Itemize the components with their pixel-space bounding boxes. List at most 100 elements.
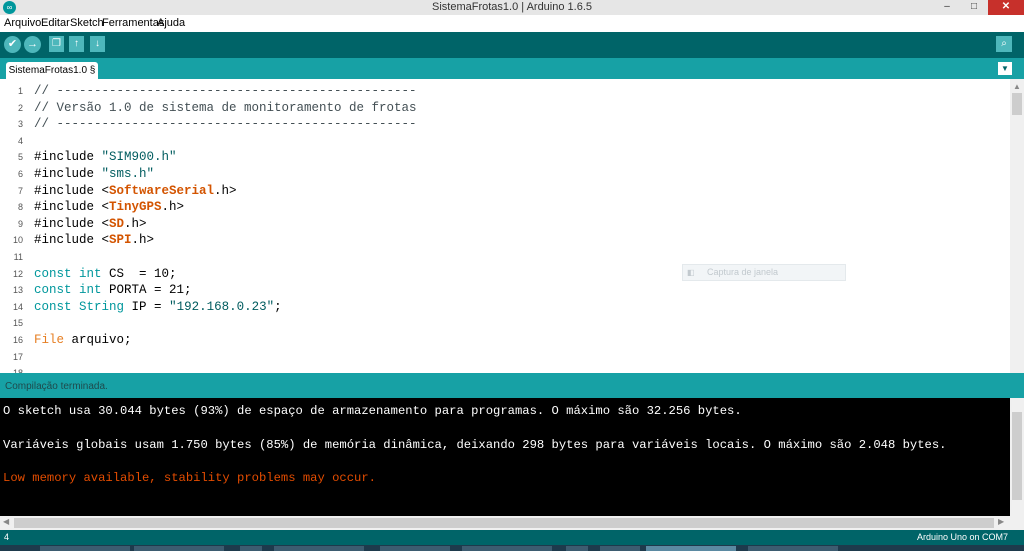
taskbar-item[interactable] xyxy=(274,546,364,551)
code-token: // Versão 1.0 de sistema de monitorament… xyxy=(34,100,417,115)
line-number: 7 xyxy=(17,185,23,196)
new-sketch-button[interactable]: ❐ xyxy=(49,36,64,52)
code-text: #include "sms.h" xyxy=(34,166,154,183)
line-number: 10 xyxy=(12,235,23,246)
code-token: "192.168.0.23" xyxy=(169,299,275,314)
window-title: SistemaFrotas1.0 | Arduino 1.6.5 xyxy=(432,1,592,13)
new-file-icon: ❐ xyxy=(52,38,61,49)
code-text: #include <SoftwareSerial.h> xyxy=(34,183,237,200)
code-line: 12 const int CS = 10; xyxy=(0,266,1010,283)
taskbar-item[interactable] xyxy=(40,546,130,551)
code-token: TinyGPS xyxy=(109,200,162,215)
code-token: .h> xyxy=(161,200,185,215)
status-message: Compilação terminada. xyxy=(5,381,108,392)
code-token: SD xyxy=(109,216,125,231)
line-number: 14 xyxy=(12,301,23,312)
verify-button[interactable]: ✔ xyxy=(4,36,21,53)
console-scroll-thumb[interactable] xyxy=(1012,412,1022,500)
code-text: // -------------------------------------… xyxy=(34,83,417,100)
line-number: 1 xyxy=(17,86,23,96)
scroll-left-icon[interactable]: ◀ xyxy=(3,517,9,526)
line-number: 13 xyxy=(12,285,23,296)
menu-ajuda[interactable]: Ajuda xyxy=(157,17,185,29)
code-token: int xyxy=(79,266,102,281)
code-token: .h> xyxy=(214,183,237,198)
code-line: 10 #include <SPI.h> xyxy=(0,232,1010,249)
code-token: PORTA = 21; xyxy=(101,283,192,298)
code-token: // -------------------------------------… xyxy=(34,117,417,132)
tab-sketch[interactable]: SistemaFrotas1.0 § xyxy=(6,62,98,79)
code-token: // -------------------------------------… xyxy=(34,84,417,98)
code-line: 9 #include <SD.h> xyxy=(0,216,1010,233)
taskbar-item[interactable] xyxy=(240,546,262,551)
scroll-up-icon[interactable]: ▲ xyxy=(1013,82,1021,91)
code-token: #include < xyxy=(34,200,110,215)
editor-scroll-thumb[interactable] xyxy=(1012,93,1022,115)
os-taskbar xyxy=(0,545,1024,551)
console-horizontal-scrollbar[interactable]: ◀ ▶ xyxy=(0,516,1024,530)
code-line: 18 xyxy=(0,365,1010,373)
code-line: 5 #include "SIM900.h" xyxy=(0,149,1010,166)
code-token: "sms.h" xyxy=(101,167,155,181)
menu-sketch[interactable]: Sketch xyxy=(70,17,104,29)
line-number: 6 xyxy=(17,169,23,179)
code-token: CS = 10; xyxy=(101,266,177,281)
console-output[interactable]: O sketch usa 30.044 bytes (93%) de espaç… xyxy=(0,398,1010,516)
menu-ferramentas[interactable]: Ferramentas xyxy=(102,17,164,29)
minimize-button[interactable]: – xyxy=(935,0,959,15)
maximize-button[interactable]: □ xyxy=(962,0,986,15)
taskbar-item[interactable] xyxy=(566,546,588,551)
line-number: 11 xyxy=(13,252,23,262)
horizontal-scroll-thumb[interactable] xyxy=(14,518,994,528)
console-warning-line: Low memory available, stability problems… xyxy=(3,471,376,485)
console-line: O sketch usa 30.044 bytes (93%) de espaç… xyxy=(3,404,742,418)
taskbar-item[interactable] xyxy=(462,546,552,551)
code-line: 13 const int PORTA = 21; xyxy=(0,282,1010,299)
code-token: File xyxy=(34,333,65,347)
code-text: #include <SPI.h> xyxy=(34,232,154,249)
taskbar-item[interactable] xyxy=(600,546,640,551)
code-line: 1 // ------------------------------------… xyxy=(0,83,1010,100)
status-bar: Compilação terminada. xyxy=(0,373,1024,398)
arrow-up-icon: ↑ xyxy=(74,38,79,49)
code-token: int xyxy=(79,283,102,298)
scroll-right-icon[interactable]: ▶ xyxy=(998,517,1004,526)
code-token: #include xyxy=(34,150,102,165)
menu-arquivo[interactable]: Arquivo xyxy=(4,17,41,29)
arrow-down-icon: ↓ xyxy=(95,38,100,49)
code-token: arquivo; xyxy=(64,333,132,347)
save-sketch-button[interactable]: ↓ xyxy=(90,36,105,52)
taskbar-item[interactable] xyxy=(134,546,224,551)
code-line: 15 xyxy=(0,315,1010,332)
taskbar-item-active[interactable] xyxy=(646,546,736,551)
window-icon: ◧ xyxy=(687,268,695,277)
serial-monitor-button[interactable]: ⌕ xyxy=(996,36,1012,52)
taskbar-item[interactable] xyxy=(380,546,450,551)
code-line: 3 // ------------------------------------… xyxy=(0,116,1010,133)
footer-bar: 4 Arduino Uno on COM7 xyxy=(0,530,1024,545)
console-vertical-scrollbar[interactable] xyxy=(1010,398,1024,516)
code-text: #include "SIM900.h" xyxy=(34,149,177,166)
code-editor[interactable]: 1 // ------------------------------------… xyxy=(0,79,1024,373)
code-text: File arquivo; xyxy=(34,332,132,349)
line-number: 16 xyxy=(12,335,23,345)
close-button[interactable]: ✕ xyxy=(988,0,1024,15)
editor-vertical-scrollbar[interactable]: ▲ xyxy=(1010,79,1024,373)
taskbar-item[interactable] xyxy=(748,546,838,551)
line-number: 15 xyxy=(12,318,23,329)
window-capture-tooltip: ◧ Captura de janela xyxy=(682,264,846,281)
toolbar: ✔ → ❐ ↑ ↓ ⌕ xyxy=(0,32,1024,58)
menu-bar: Arquivo Editar Sketch Ferramentas Ajuda xyxy=(0,15,1024,32)
line-number: 8 xyxy=(17,202,23,213)
tab-menu-button[interactable]: ▼ xyxy=(998,62,1012,75)
code-text: #include <SD.h> xyxy=(34,216,147,233)
line-number: 4 xyxy=(17,135,23,146)
line-number: 17 xyxy=(12,351,23,362)
menu-editar[interactable]: Editar xyxy=(41,17,70,29)
code-token: SoftwareSerial xyxy=(109,183,215,198)
line-number: 9 xyxy=(17,218,23,229)
open-sketch-button[interactable]: ↑ xyxy=(69,36,84,52)
upload-button[interactable]: → xyxy=(24,36,41,53)
